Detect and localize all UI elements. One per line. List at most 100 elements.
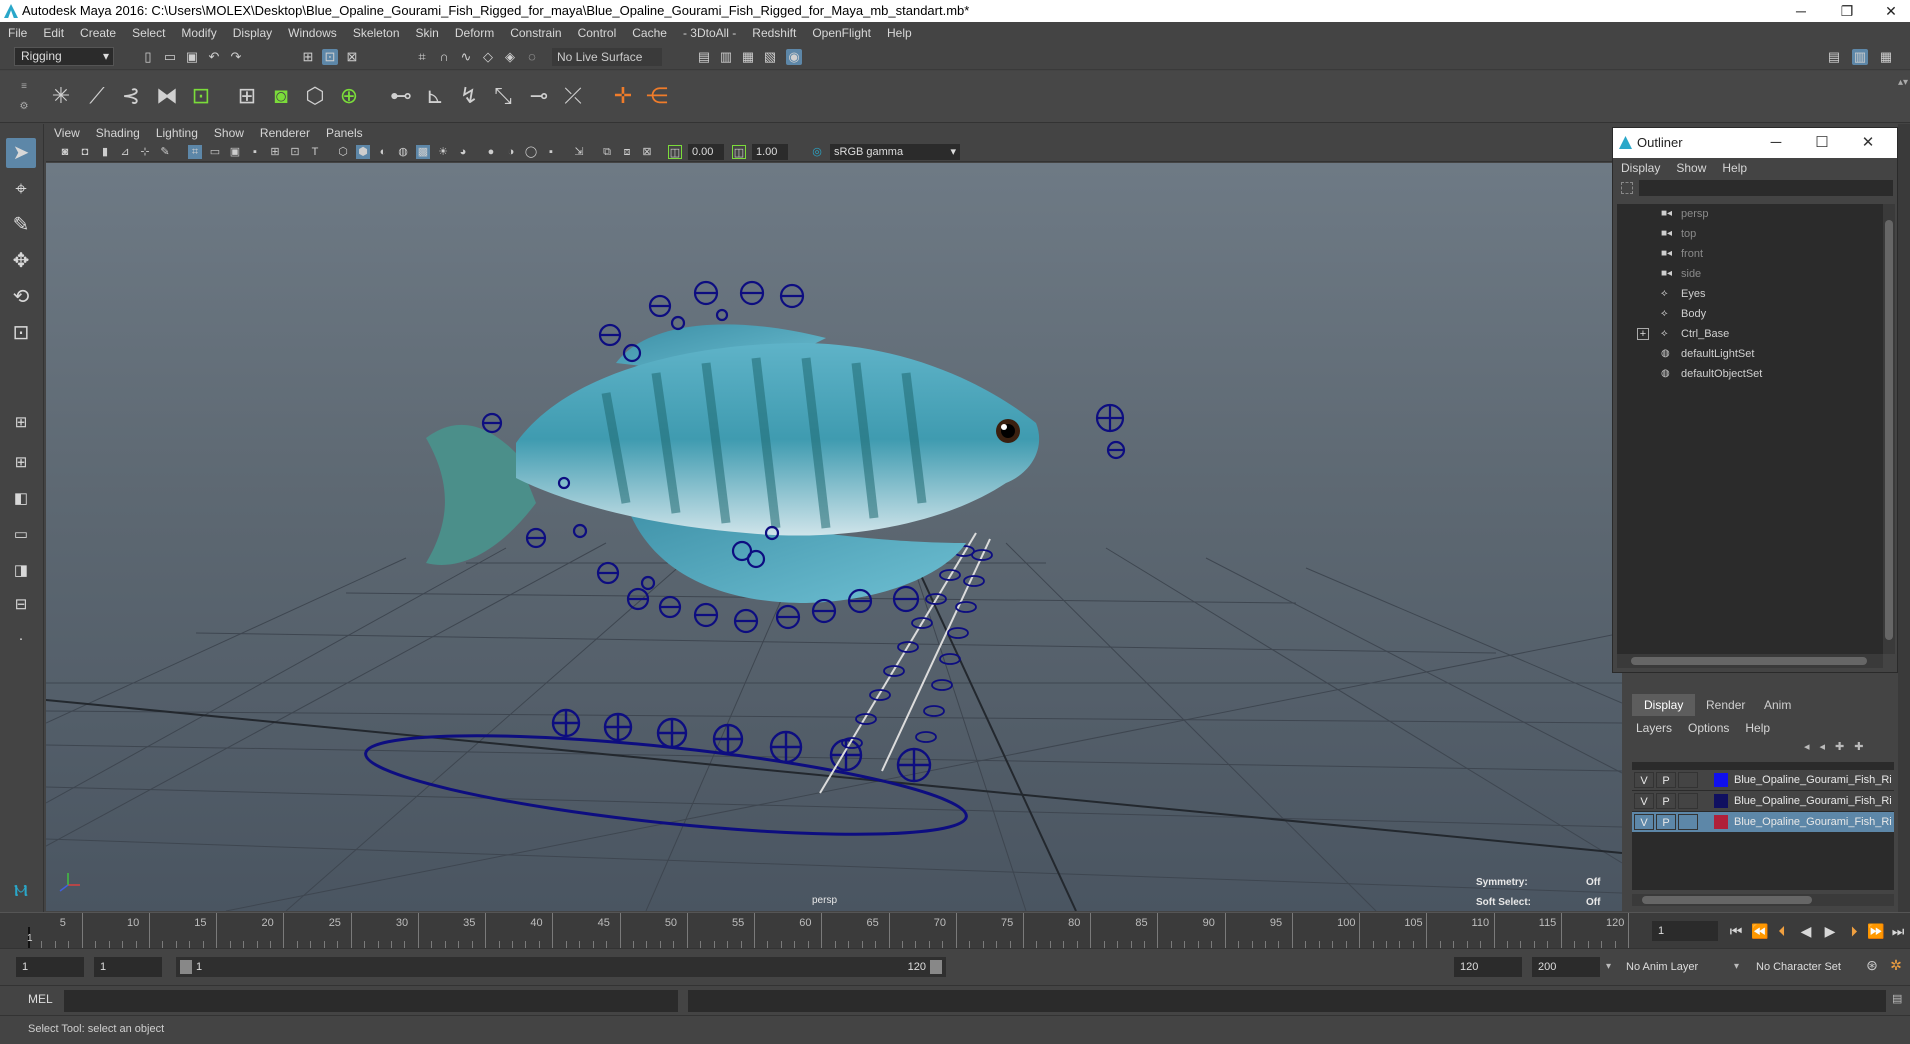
snap-curve-icon[interactable]: ∩ — [436, 49, 452, 65]
gamma-icon[interactable]: ◫ — [732, 145, 746, 159]
layer-move-buttons[interactable]: ◂◂✚✚ — [1804, 740, 1894, 756]
redo-icon[interactable]: ↷ — [228, 49, 244, 65]
command-input[interactable] — [64, 990, 678, 1012]
step-back-icon[interactable]: ⏪ — [1750, 921, 1770, 941]
script-editor-icon[interactable]: ▤ — [1892, 992, 1906, 1008]
anti-alias-icon[interactable]: ◯ — [524, 145, 538, 159]
menu-set-select[interactable]: Rigging ▾ — [14, 47, 114, 66]
film-gate-icon[interactable]: ▭ — [208, 145, 222, 159]
outliner-search-input[interactable] — [1639, 180, 1893, 196]
outliner-maximize-button[interactable]: ☐ — [1799, 128, 1845, 158]
2d-pan-icon[interactable]: ⊹ — [138, 145, 152, 159]
grease-pencil-icon[interactable]: ✎ — [158, 145, 172, 159]
restore-button[interactable]: ❐ — [1824, 0, 1870, 22]
cluster-icon[interactable]: ◙ — [264, 79, 298, 113]
play-forwards-icon[interactable]: ▶ — [1820, 921, 1840, 941]
motion-blur-icon[interactable]: ◑ — [504, 145, 518, 159]
layer-visibility-toggle[interactable]: V — [1634, 772, 1654, 788]
menu-skeleton[interactable]: Skeleton — [345, 22, 408, 44]
graph-layout-icon[interactable]: ▭ — [6, 520, 36, 550]
menu-3dtoall[interactable]: - 3DtoAll - — [675, 22, 744, 44]
default-material-icon[interactable]: ◐ — [376, 145, 390, 159]
bookmark-icon[interactable]: ▮ — [98, 145, 112, 159]
isolate-select-icon[interactable]: ⇲ — [572, 145, 586, 159]
snap-surface-icon[interactable]: ◈ — [502, 49, 518, 65]
layer-menu-layers[interactable]: Layers — [1628, 718, 1680, 738]
chevron-down-icon[interactable]: ▾ — [1606, 961, 1611, 972]
menu-windows[interactable]: Windows — [280, 22, 345, 44]
layer-color-swatch[interactable] — [1714, 794, 1728, 808]
outliner-item[interactable]: ■◂ side — [1617, 264, 1883, 284]
ambient-occlusion-icon[interactable]: ● — [484, 145, 498, 159]
layer-tab-render[interactable]: Render — [1694, 694, 1757, 716]
step-forward-icon[interactable]: ⏩ — [1866, 921, 1886, 941]
view-transform-select[interactable]: sRGB gamma ▾ — [830, 144, 960, 160]
minimize-button[interactable]: ─ — [1778, 0, 1824, 22]
textured-icon[interactable]: ▩ — [416, 145, 430, 159]
ik-spline-icon[interactable]: ⊰ — [114, 79, 148, 113]
undo-icon[interactable]: ↶ — [206, 49, 222, 65]
rotate-tool-icon[interactable]: ⟲ — [6, 282, 36, 312]
menu-create[interactable]: Create — [72, 22, 124, 44]
lattice-icon[interactable]: ⊞ — [230, 79, 264, 113]
menu-deform[interactable]: Deform — [447, 22, 502, 44]
render-settings-icon[interactable]: ▧ — [762, 49, 778, 65]
paint-select-icon[interactable]: ✎ — [6, 210, 36, 240]
range-end-handle[interactable] — [930, 960, 942, 974]
xray-active-icon[interactable]: ⊠ — [640, 145, 654, 159]
xray-joints-icon[interactable]: ⧈ — [620, 145, 634, 159]
outliner-item[interactable]: ⟡ Body — [1617, 304, 1883, 324]
menu-cache[interactable]: Cache — [624, 22, 675, 44]
hypershade-layout-icon[interactable]: ◨ — [6, 556, 36, 586]
preferences-icon[interactable]: ✲ — [1886, 957, 1906, 977]
outliner-item[interactable]: ■◂ top — [1617, 224, 1883, 244]
playback-start-field[interactable]: 1 — [94, 957, 162, 977]
outliner-item[interactable]: ◍ defaultObjectSet — [1617, 364, 1883, 384]
wrap-icon[interactable]: ⬡ — [298, 79, 332, 113]
panel-menu-show[interactable]: Show — [206, 124, 252, 142]
menu-openflight[interactable]: OpenFlight — [804, 22, 879, 44]
step-forward-key-icon[interactable]: ⏵ — [1844, 921, 1864, 941]
ik-handle-icon[interactable]: ⟋ — [80, 79, 114, 113]
anim-layer-select[interactable]: No Anim Layer — [1620, 957, 1740, 977]
select-object-icon[interactable]: ⊡ — [322, 49, 338, 65]
scale-tool-icon[interactable]: ⊡ — [6, 318, 36, 348]
joint-tool-icon[interactable]: ✳ — [44, 79, 78, 113]
panel-menu-shading[interactable]: Shading — [88, 124, 148, 142]
pole-vector-icon[interactable]: ⤫ — [556, 79, 590, 113]
parent-constraint-icon[interactable]: ⊸ — [522, 79, 556, 113]
outliner-titlebar[interactable]: Outliner ─ ☐ ✕ — [1613, 128, 1897, 158]
outliner-item[interactable]: ◍ defaultLightSet — [1617, 344, 1883, 364]
outliner-menu-show[interactable]: Show — [1668, 158, 1714, 178]
range-slider[interactable]: 1 120 — [176, 957, 946, 977]
menu-control[interactable]: Control — [570, 22, 625, 44]
go-to-end-icon[interactable]: ⏭ — [1888, 921, 1908, 941]
layer-hscrollbar[interactable] — [1632, 894, 1894, 906]
orient-constraint-icon[interactable]: ↯ — [452, 79, 486, 113]
aim-constraint-icon[interactable]: ⊾ — [418, 79, 452, 113]
layer-row[interactable]: V P Blue_Opaline_Gourami_Fish_Rig — [1632, 770, 1894, 790]
open-scene-icon[interactable]: ▭ — [162, 49, 178, 65]
move-tool-icon[interactable]: ✥ — [6, 246, 36, 276]
gamma-field[interactable]: 1.00 — [752, 144, 788, 160]
snap-view-icon[interactable]: ◇ — [480, 49, 496, 65]
layer-tab-display[interactable]: Display — [1632, 694, 1696, 716]
layer-color-swatch[interactable] — [1714, 773, 1728, 787]
grid-toggle-icon[interactable]: ⌗ — [188, 145, 202, 159]
wireframe-icon[interactable]: ⬡ — [336, 145, 350, 159]
layer-row[interactable]: V P Blue_Opaline_Gourami_Fish_Rig — [1632, 812, 1894, 832]
side-tab-strip[interactable] — [1898, 124, 1910, 912]
outliner-hscrollbar[interactable] — [1617, 654, 1883, 668]
outliner-close-button[interactable]: ✕ — [1845, 128, 1891, 158]
outliner-layout-icon[interactable]: ◧ — [6, 484, 36, 514]
single-perspective-layout-icon[interactable]: ⊞ — [6, 408, 36, 438]
new-scene-icon[interactable]: ▯ — [140, 49, 156, 65]
scale-constraint-icon[interactable]: ⤡ — [486, 79, 520, 113]
render-frame-icon[interactable]: ▥ — [718, 49, 734, 65]
outliner-vscrollbar[interactable] — [1883, 204, 1895, 654]
current-frame-field[interactable]: 1 — [1652, 921, 1718, 941]
layer-playback-toggle[interactable]: P — [1656, 793, 1676, 809]
panel-menu-panels[interactable]: Panels — [318, 124, 371, 142]
animation-end-field[interactable]: 200 — [1532, 957, 1600, 977]
hypershade-icon[interactable]: ◉ — [786, 49, 802, 65]
